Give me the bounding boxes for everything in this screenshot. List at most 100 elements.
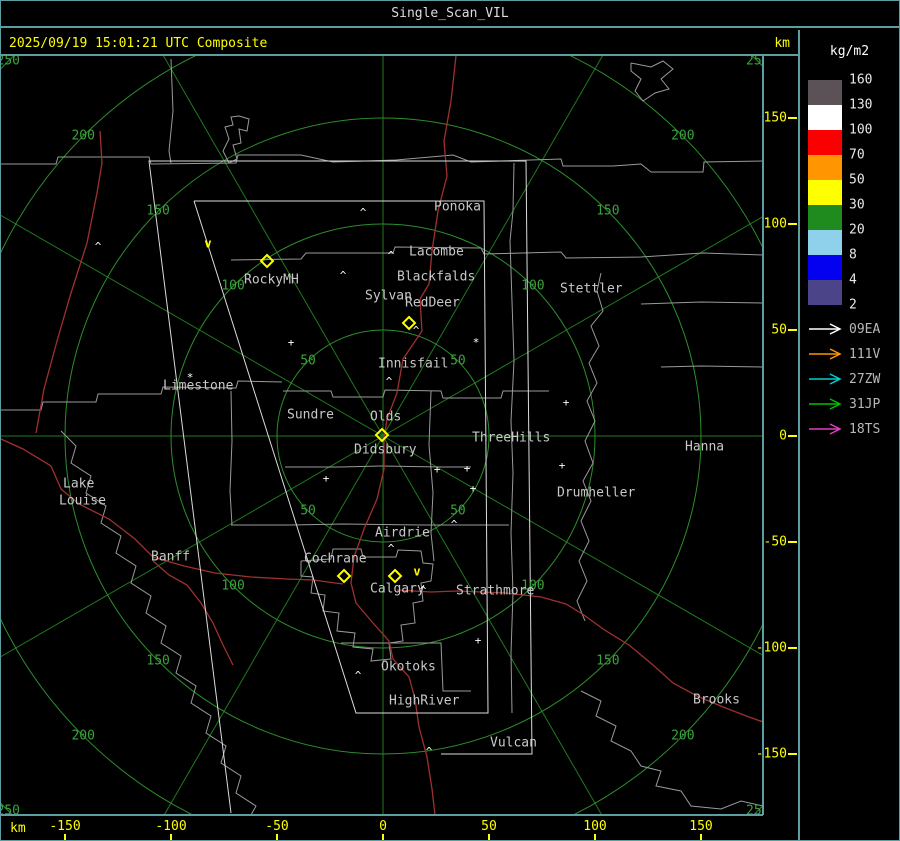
legend-color-swatch <box>808 155 842 180</box>
county-boundary <box>230 246 763 261</box>
x-axis-tick-label: 150 <box>689 819 713 834</box>
y-axis-tick <box>788 117 797 119</box>
range-ring-label: 200 <box>671 129 694 144</box>
range-ring-label: 150 <box>596 204 619 219</box>
x-axis-tick-label: 0 <box>379 819 387 834</box>
legend-color-swatch <box>808 280 842 305</box>
legend-level-label: 20 <box>849 222 865 238</box>
radar-arrow-icon <box>809 423 842 435</box>
y-axis-tick <box>788 329 797 331</box>
radial-line <box>163 56 384 437</box>
legend-color-swatch <box>808 180 842 205</box>
city-label: RedDeer <box>405 296 460 311</box>
legend-level-label: 2 <box>849 297 857 313</box>
city-label: Stettler <box>560 282 623 297</box>
y-axis-tick <box>788 647 797 649</box>
y-axis-tick <box>788 435 797 437</box>
town-marker: + <box>559 459 566 472</box>
y-axis-tick-label: -100 <box>755 640 787 656</box>
legend-level-label: 8 <box>849 247 857 263</box>
town-marker: ^ <box>355 669 362 682</box>
storm-direction-marker: v <box>413 565 420 579</box>
y-axis-tick-label: 100 <box>763 216 787 232</box>
x-axis-tick <box>488 834 490 840</box>
range-ring-label: 250 <box>1 54 20 69</box>
x-axis: km -150 -100 -50 0 50 100 150 <box>1 816 798 840</box>
town-marker: ^ <box>360 206 367 219</box>
x-axis-tick-label: 50 <box>481 819 497 834</box>
legend-color-swatch <box>808 80 842 105</box>
radar-arrow-icon <box>809 323 842 335</box>
town-marker: + <box>470 482 477 495</box>
city-label: Innisfail <box>378 357 448 372</box>
range-ring-label: 100 <box>221 279 244 294</box>
x-axis-tick-label: -100 <box>155 819 187 834</box>
x-axis-tick-label: -150 <box>49 819 81 834</box>
radar-site-icon <box>336 568 352 584</box>
city-label: Okotoks <box>381 660 436 675</box>
legend-color-swatch <box>808 130 842 155</box>
city-label: Blackfalds <box>397 270 475 285</box>
city-label: Louise <box>59 494 106 509</box>
y-axis: 150 100 50 0 -50 -100 -150 <box>756 56 798 815</box>
city-label: Strathmore <box>456 584 534 599</box>
city-label: Didsbury <box>354 443 417 458</box>
county-boundary <box>1 154 763 173</box>
town-marker: ^ <box>340 269 347 282</box>
range-ring-label: 200 <box>71 728 94 743</box>
legend-unit-label: kg/m2 <box>829 44 870 59</box>
y-axis-tick-label: 50 <box>771 322 787 338</box>
lake-outline <box>630 60 674 102</box>
city-label: Ponoka <box>434 200 481 215</box>
legend-level-label: 130 <box>849 97 873 113</box>
radar-id-label: 27ZW <box>849 372 881 387</box>
town-marker: * <box>473 336 480 349</box>
county-boundary <box>660 365 763 368</box>
county-boundary <box>168 58 174 164</box>
legend-level-label: 160 <box>849 72 873 88</box>
legend-color-swatch <box>808 205 842 230</box>
county-boundary <box>640 301 763 305</box>
town-marker: + <box>434 463 441 476</box>
legend-level-label: 4 <box>849 272 857 288</box>
city-label: Airdrie <box>375 526 430 541</box>
town-marker: + <box>464 462 471 475</box>
city-label: Banff <box>151 550 190 565</box>
city-label: Limestone <box>163 379 234 394</box>
legend-color-swatch <box>808 255 842 280</box>
range-ring-label: 150 <box>146 204 169 219</box>
x-axis-tick <box>700 834 702 840</box>
y-axis-tick <box>788 541 797 543</box>
radar-app-window: Single_Scan_VIL 2025/09/19 15:01:21 UTC … <box>0 0 900 841</box>
range-ring-label: 50 <box>450 354 466 369</box>
x-axis-tick <box>594 834 596 840</box>
radar-arrow-icon <box>809 373 842 385</box>
lake-outline <box>222 115 250 164</box>
range-ring-label: 150 <box>146 653 169 668</box>
county-boundary <box>576 272 604 622</box>
city-label: Lake <box>63 477 94 492</box>
town-marker: + <box>475 634 482 647</box>
city-label: Hanna <box>685 440 724 455</box>
legend-panel: kg/m2 160 130 100 70 50 30 20 8 4 2 09EA 111V 27ZW 31… <box>800 30 899 840</box>
km-unit-bottom: km <box>10 821 26 836</box>
city-label: Cochrane <box>304 552 367 567</box>
town-marker: + <box>288 336 295 349</box>
legend-level-label: 30 <box>849 197 865 213</box>
x-axis-tick-label: 100 <box>583 819 607 834</box>
legend-radar-row: 111V <box>808 347 898 362</box>
range-ring-label: 200 <box>71 129 94 144</box>
city-label: Olds <box>370 410 401 425</box>
y-axis-tick <box>788 223 797 225</box>
town-marker: ^ <box>451 518 458 531</box>
town-marker: + <box>323 472 330 485</box>
radar-site-icon <box>387 568 403 584</box>
city-label: Brooks <box>693 693 740 708</box>
legend-radar-row: 27ZW <box>808 372 898 387</box>
city-label: Calgary <box>370 582 425 597</box>
x-axis-tick <box>170 834 172 840</box>
legend-level-label: 70 <box>849 147 865 163</box>
x-axis-tick <box>276 834 278 840</box>
legend-radar-row: 18TS <box>808 422 898 437</box>
legend-radar-row: 31JP <box>808 397 898 412</box>
